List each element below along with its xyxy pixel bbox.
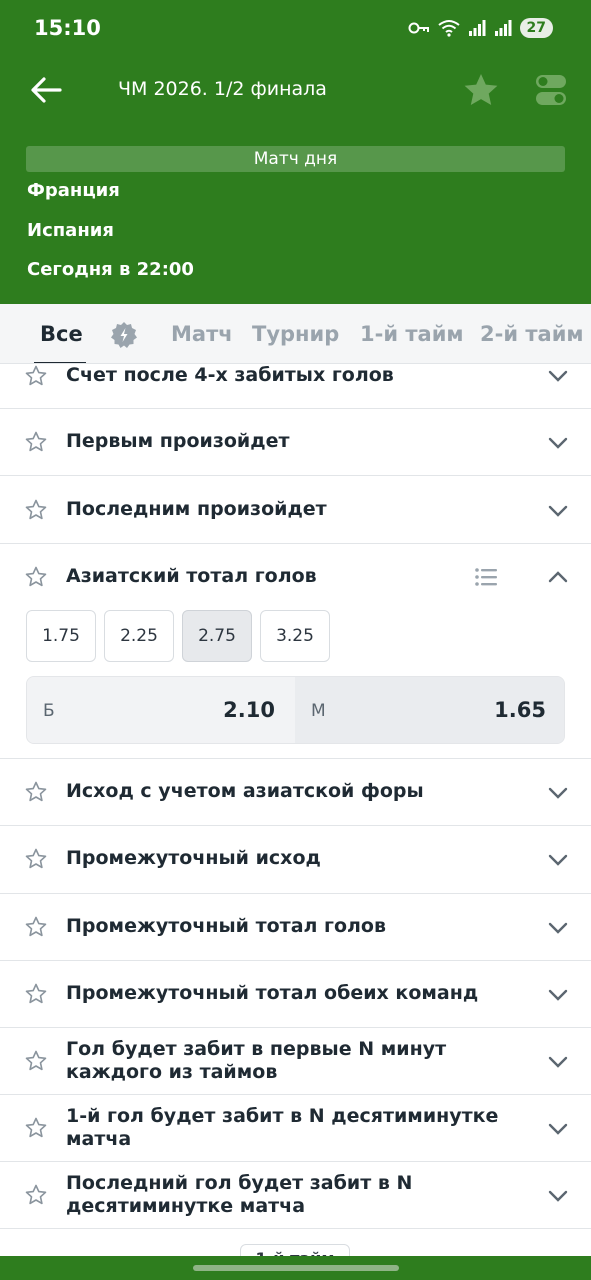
favorite-star-icon[interactable] <box>462 72 500 108</box>
line-option-2.75-selected[interactable]: 2.75 <box>182 610 252 662</box>
star-outline-icon[interactable] <box>25 566 47 588</box>
list-item[interactable]: Последним произойдет <box>0 476 591 544</box>
wifi-icon <box>437 20 460 37</box>
list-item[interactable]: Гол будет забит в первые N минут каждого… <box>0 1028 591 1095</box>
star-outline-icon[interactable] <box>25 1117 47 1139</box>
back-arrow-icon[interactable] <box>28 74 64 106</box>
signal-icon-1 <box>468 20 486 36</box>
list-item[interactable]: Первым произойдет <box>0 409 591 476</box>
star-outline-icon[interactable] <box>25 781 47 803</box>
market-title: Промежуточный исход <box>66 847 321 869</box>
star-outline-icon[interactable] <box>25 916 47 938</box>
tab-tournament[interactable]: Турнир <box>252 322 339 346</box>
status-bar: 15:10 27 <box>0 0 591 56</box>
total-line-selector: 1.75 2.25 2.75 3.25 <box>26 610 330 662</box>
star-outline-icon[interactable] <box>25 1050 47 1072</box>
market-title: 1-й гол будет забит в N десятиминутке ма… <box>66 1105 499 1150</box>
team-away: Испания <box>27 220 114 241</box>
signal-icon-2 <box>494 20 512 36</box>
tab-all[interactable]: Все <box>40 322 83 346</box>
odd-under-label: М <box>311 701 326 721</box>
chevron-down-icon[interactable] <box>547 504 569 518</box>
list-view-icon[interactable] <box>474 567 498 587</box>
odd-over-label: Б <box>43 701 55 721</box>
list-item[interactable]: Счет после 4-х забитых голов <box>0 364 591 409</box>
market-title: Последним произойдет <box>66 498 327 520</box>
market-tabs: Все Матч Турнир 1-й тайм 2-й тайм <box>0 304 591 364</box>
market-title: Исход с учетом азиатской форы <box>66 780 424 802</box>
status-time: 15:10 <box>34 16 101 40</box>
list-item[interactable]: Промежуточный тотал голов <box>0 894 591 961</box>
market-title: Первым произойдет <box>66 430 290 452</box>
market-title: Гол будет забит в первые N минут каждого… <box>66 1038 447 1083</box>
tab-second-half[interactable]: 2-й тайм <box>480 322 584 346</box>
chevron-down-icon[interactable] <box>547 853 569 867</box>
star-outline-icon[interactable] <box>25 983 47 1005</box>
line-option-2.25[interactable]: 2.25 <box>104 610 174 662</box>
list-item[interactable]: 1-й гол будет забит в N десятиминутке ма… <box>0 1095 591 1162</box>
odd-under-value: 1.65 <box>494 698 546 722</box>
list-item[interactable]: Последний гол будет забит в N десятимину… <box>0 1162 591 1229</box>
chevron-up-icon[interactable] <box>547 570 569 584</box>
match-start-time: Сегодня в 22:00 <box>27 259 194 280</box>
settings-toggle-icon[interactable] <box>535 73 567 107</box>
status-icons: 27 <box>408 17 553 39</box>
star-outline-icon[interactable] <box>25 1184 47 1206</box>
chevron-down-icon[interactable] <box>547 436 569 450</box>
battery-indicator: 27 <box>519 18 553 38</box>
list-item[interactable]: Промежуточный исход <box>0 826 591 894</box>
match-header: 15:10 27 ЧМ 2026. 1/2 финала Матч дня Фр… <box>0 0 591 304</box>
star-outline-icon[interactable] <box>25 848 47 870</box>
list-item[interactable]: Исход с учетом азиатской форы <box>0 759 591 826</box>
market-title: Промежуточный тотал обеих команд <box>66 982 479 1004</box>
match-of-day-badge: Матч дня <box>26 146 565 172</box>
star-outline-icon[interactable] <box>25 431 47 453</box>
star-outline-icon[interactable] <box>25 365 47 387</box>
line-option-1.75[interactable]: 1.75 <box>26 610 96 662</box>
line-option-3.25[interactable]: 3.25 <box>260 610 330 662</box>
odd-over-button[interactable]: Б 2.10 <box>27 677 295 743</box>
tab-match[interactable]: Матч <box>171 322 233 346</box>
chevron-down-icon[interactable] <box>547 1189 569 1203</box>
market-title: Счет после 4-х забитых голов <box>66 364 394 386</box>
chevron-down-icon[interactable] <box>547 369 569 383</box>
vpn-key-icon <box>408 22 429 34</box>
team-home: Франция <box>27 180 120 201</box>
market-title[interactable]: Азиатский тотал голов <box>66 565 317 588</box>
odds-panel: Б 2.10 М 1.65 <box>26 676 565 744</box>
list-item[interactable]: Промежуточный тотал обеих команд <box>0 961 591 1028</box>
chevron-down-icon[interactable] <box>547 921 569 935</box>
odd-over-value: 2.10 <box>223 698 275 722</box>
chevron-down-icon[interactable] <box>547 988 569 1002</box>
odd-under-button[interactable]: М 1.65 <box>295 677 564 743</box>
star-outline-icon[interactable] <box>25 499 47 521</box>
chevron-down-icon[interactable] <box>547 1055 569 1069</box>
page-title: ЧМ 2026. 1/2 финала <box>118 78 327 100</box>
home-indicator[interactable] <box>193 1265 399 1271</box>
chevron-down-icon[interactable] <box>547 1122 569 1136</box>
tab-first-half[interactable]: 1-й тайм <box>360 322 464 346</box>
fast-bet-icon[interactable] <box>110 321 138 349</box>
chevron-down-icon[interactable] <box>547 786 569 800</box>
market-title: Последний гол будет забит в N десятимину… <box>66 1172 413 1217</box>
market-title: Промежуточный тотал голов <box>66 915 387 937</box>
